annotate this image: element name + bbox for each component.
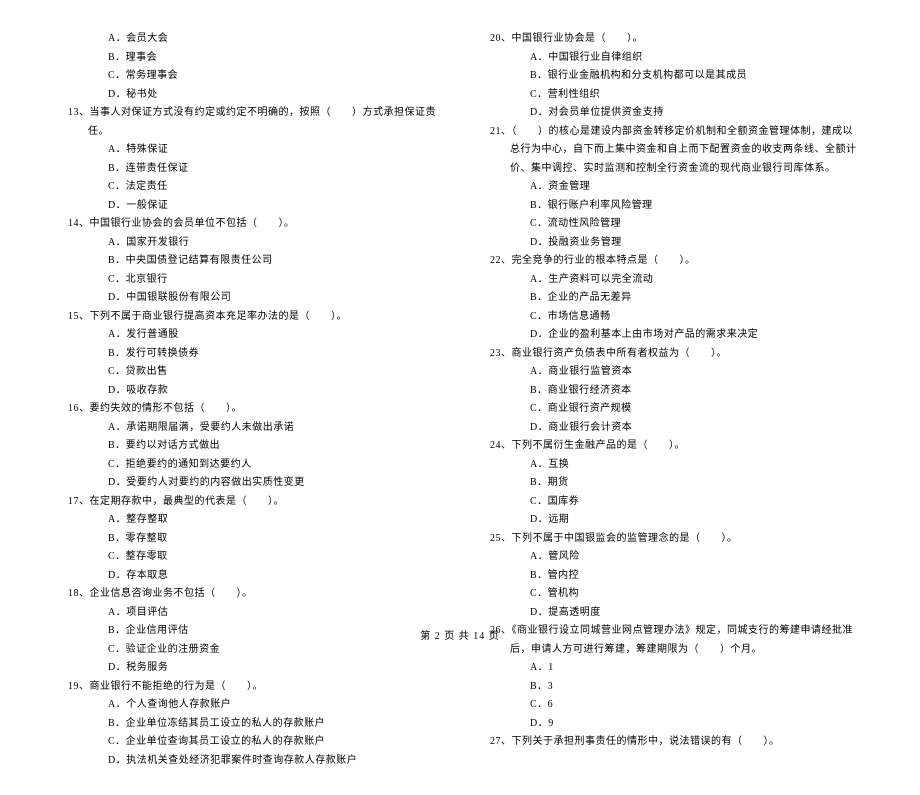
answer-option: A．会员大会: [58, 30, 440, 49]
answer-option: C．常务理事会: [58, 67, 440, 86]
right-column: 20、中国银行业协会是（ ）。A．中国银行业自律组织B．银行业金融机构和分支机构…: [460, 30, 870, 770]
answer-option: D．远期: [480, 511, 862, 530]
question-text: 16、要约失效的情形不包括（ ）。: [78, 400, 440, 419]
answer-option: A．项目评估: [58, 604, 440, 623]
answer-option: A．1: [480, 659, 862, 678]
page-footer: 第 2 页 共 14 页: [0, 627, 920, 642]
answer-option: C．拒绝要约的通知到达要约人: [58, 456, 440, 475]
answer-option: C．6: [480, 696, 862, 715]
answer-option: D．执法机关查处经济犯罪案件时查询存款人存款账户: [58, 752, 440, 771]
answer-option: D．提高透明度: [480, 604, 862, 623]
answer-option: D．吸收存款: [58, 382, 440, 401]
question-text: 20、中国银行业协会是（ ）。: [500, 30, 862, 49]
question-text: 22、完全竞争的行业的根本特点是（ ）。: [500, 252, 862, 271]
answer-option: C．营利性组织: [480, 86, 862, 105]
answer-option: A．发行普通股: [58, 326, 440, 345]
answer-option: B．期货: [480, 474, 862, 493]
answer-option: B．管内控: [480, 567, 862, 586]
answer-option: C．贷款出售: [58, 363, 440, 382]
answer-option: C．北京银行: [58, 271, 440, 290]
question-text: 25、下列不属于中国银监会的监管理念的是（ ）。: [500, 530, 862, 549]
answer-option: B．银行业金融机构和分支机构都可以是其成员: [480, 67, 862, 86]
answer-option: D．对会员单位提供资金支持: [480, 104, 862, 123]
answer-option: B．企业单位冻结其员工设立的私人的存款账户: [58, 715, 440, 734]
question-text: 24、下列不属衍生金融产品的是（ ）。: [500, 437, 862, 456]
answer-option: B．商业银行经济资本: [480, 382, 862, 401]
answer-option: B．中央国债登记结算有限责任公司: [58, 252, 440, 271]
answer-option: C．管机构: [480, 585, 862, 604]
answer-option: B．零存整取: [58, 530, 440, 549]
question-text: 21、（ ）的核心是建设内部资金转移定价机制和全额资金管理体制，建成以总行为中心…: [500, 123, 862, 179]
answer-option: A．中国银行业自律组织: [480, 49, 862, 68]
answer-option: D．企业的盈利基本上由市场对产品的需求来决定: [480, 326, 862, 345]
answer-option: A．管风险: [480, 548, 862, 567]
answer-option: D．商业银行会计资本: [480, 419, 862, 438]
answer-option: C．流动性风险管理: [480, 215, 862, 234]
answer-option: A．国家开发银行: [58, 234, 440, 253]
document-page: A．会员大会B．理事会C．常务理事会D．秘书处13、当事人对保证方式没有约定或约…: [0, 0, 920, 795]
answer-option: A．商业银行监管资本: [480, 363, 862, 382]
question-text: 15、下列不属于商业银行提高资本充足率办法的是（ ）。: [78, 308, 440, 327]
answer-option: A．互换: [480, 456, 862, 475]
answer-option: A．生产资料可以完全流动: [480, 271, 862, 290]
answer-option: A．承诺期限届满，受要约人未做出承诺: [58, 419, 440, 438]
answer-option: D．存本取息: [58, 567, 440, 586]
answer-option: C．市场信息通畅: [480, 308, 862, 327]
answer-option: D．9: [480, 715, 862, 734]
question-text: 17、在定期存款中，最典型的代表是（ ）。: [78, 493, 440, 512]
answer-option: B．要约以对话方式做出: [58, 437, 440, 456]
answer-option: B．3: [480, 678, 862, 697]
question-text: 13、当事人对保证方式没有约定或约定不明确的，按照（ ）方式承担保证责任。: [78, 104, 440, 141]
answer-option: D．投融资业务管理: [480, 234, 862, 253]
question-text: 27、下列关于承担刑事责任的情形中，说法错误的有（ ）。: [500, 733, 862, 752]
answer-option: D．一般保证: [58, 197, 440, 216]
left-column: A．会员大会B．理事会C．常务理事会D．秘书处13、当事人对保证方式没有约定或约…: [50, 30, 460, 770]
answer-option: D．中国银联股份有限公司: [58, 289, 440, 308]
answer-option: D．受要约人对要约的内容做出实质性变更: [58, 474, 440, 493]
answer-option: C．国库券: [480, 493, 862, 512]
answer-option: B．连带责任保证: [58, 160, 440, 179]
answer-option: C．企业单位查询其员工设立的私人的存款账户: [58, 733, 440, 752]
answer-option: D．秘书处: [58, 86, 440, 105]
answer-option: B．企业的产品无差异: [480, 289, 862, 308]
answer-option: C．整存零取: [58, 548, 440, 567]
answer-option: B．发行可转换债券: [58, 345, 440, 364]
question-text: 14、中国银行业协会的会员单位不包括（ ）。: [78, 215, 440, 234]
question-text: 19、商业银行不能拒绝的行为是（ ）。: [78, 678, 440, 697]
answer-option: C．法定责任: [58, 178, 440, 197]
answer-option: C．商业银行资产规模: [480, 400, 862, 419]
answer-option: A．个人查询他人存款账户: [58, 696, 440, 715]
question-text: 23、商业银行资产负债表中所有者权益为（ ）。: [500, 345, 862, 364]
question-text: 18、企业信息咨询业务不包括（ ）。: [78, 585, 440, 604]
answer-option: D．税务服务: [58, 659, 440, 678]
answer-option: A．资金管理: [480, 178, 862, 197]
answer-option: A．特殊保证: [58, 141, 440, 160]
answer-option: A．整存整取: [58, 511, 440, 530]
answer-option: B．银行账户利率风险管理: [480, 197, 862, 216]
answer-option: B．理事会: [58, 49, 440, 68]
